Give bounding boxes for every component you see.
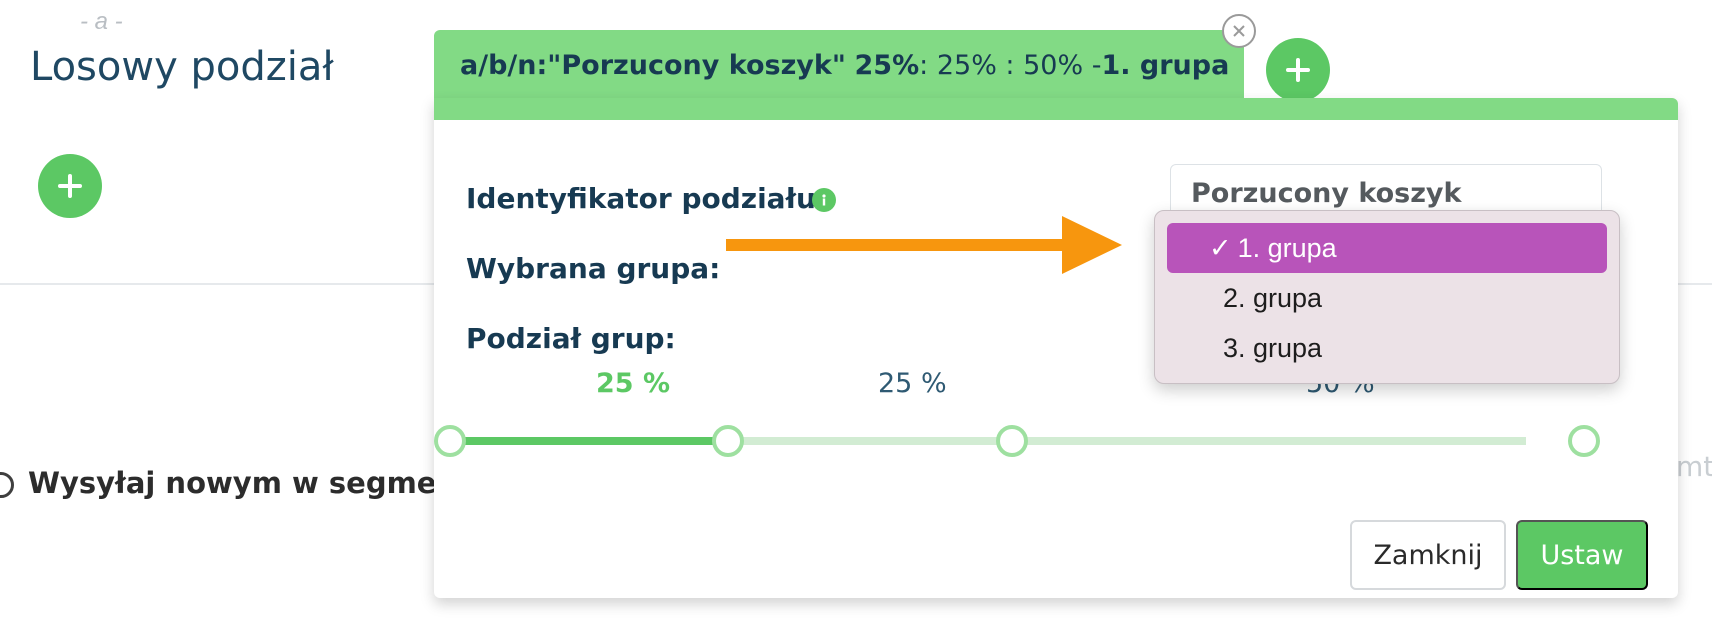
add-tab-button[interactable]: [1266, 38, 1330, 102]
close-tab-button[interactable]: [1222, 14, 1256, 48]
close-button[interactable]: Zamknij: [1350, 520, 1506, 590]
tab-other-percents: : 25% : 50% -: [919, 49, 1102, 81]
tab-first-percent: 25%: [854, 49, 920, 81]
dropdown-option-3[interactable]: 3. grupa: [1167, 323, 1607, 373]
radio-option-label: Wysyłaj nowym w segment: [28, 466, 471, 500]
page-title: Losowy podział: [30, 44, 334, 90]
split-label-2: 25 %: [878, 368, 947, 399]
option-label: 2. grupa: [1223, 282, 1323, 313]
add-split-button[interactable]: [38, 154, 102, 218]
dropdown-option-1[interactable]: ✓ 1. grupa: [1167, 223, 1607, 273]
split-id-label: Identyfikator podziału:: [466, 182, 828, 215]
slider-handle-start[interactable]: [434, 425, 466, 457]
group-dropdown-menu: ✓ 1. grupa 2. grupa 3. grupa: [1154, 210, 1620, 384]
arrow-annotation: [726, 216, 1122, 274]
set-button[interactable]: Ustaw: [1516, 520, 1648, 590]
truncated-text: mt: [1676, 450, 1712, 483]
split-tab[interactable]: a/b/n: "Porzucony koszyk" 25% : 25% : 50…: [434, 30, 1244, 100]
radio-button[interactable]: [0, 472, 14, 498]
slider-track-active: [448, 437, 728, 445]
slider-handle-1[interactable]: [712, 425, 744, 457]
section-letter: - a -: [80, 8, 123, 35]
slider-handle-2[interactable]: [996, 425, 1028, 457]
checkmark-icon: ✓: [1209, 232, 1232, 263]
tab-group: 1. grupa: [1101, 49, 1230, 81]
tab-split-name: "Porzucony koszyk": [547, 49, 846, 81]
close-icon: [1233, 25, 1245, 37]
split-label-1: 25 %: [596, 368, 671, 399]
plus-icon: [1286, 58, 1310, 82]
tab-prefix: a/b/n:: [460, 49, 548, 81]
slider-handle-end[interactable]: [1568, 425, 1600, 457]
info-icon[interactable]: [812, 188, 836, 212]
plus-icon: [58, 174, 82, 198]
option-label: 3. grupa: [1223, 332, 1323, 363]
slider-track: [728, 437, 1526, 445]
selected-group-label: Wybrana grupa:: [466, 252, 721, 285]
group-split-label: Podział grup:: [466, 322, 676, 355]
dropdown-option-2[interactable]: 2. grupa: [1167, 273, 1607, 323]
option-label: 1. grupa: [1237, 232, 1337, 263]
